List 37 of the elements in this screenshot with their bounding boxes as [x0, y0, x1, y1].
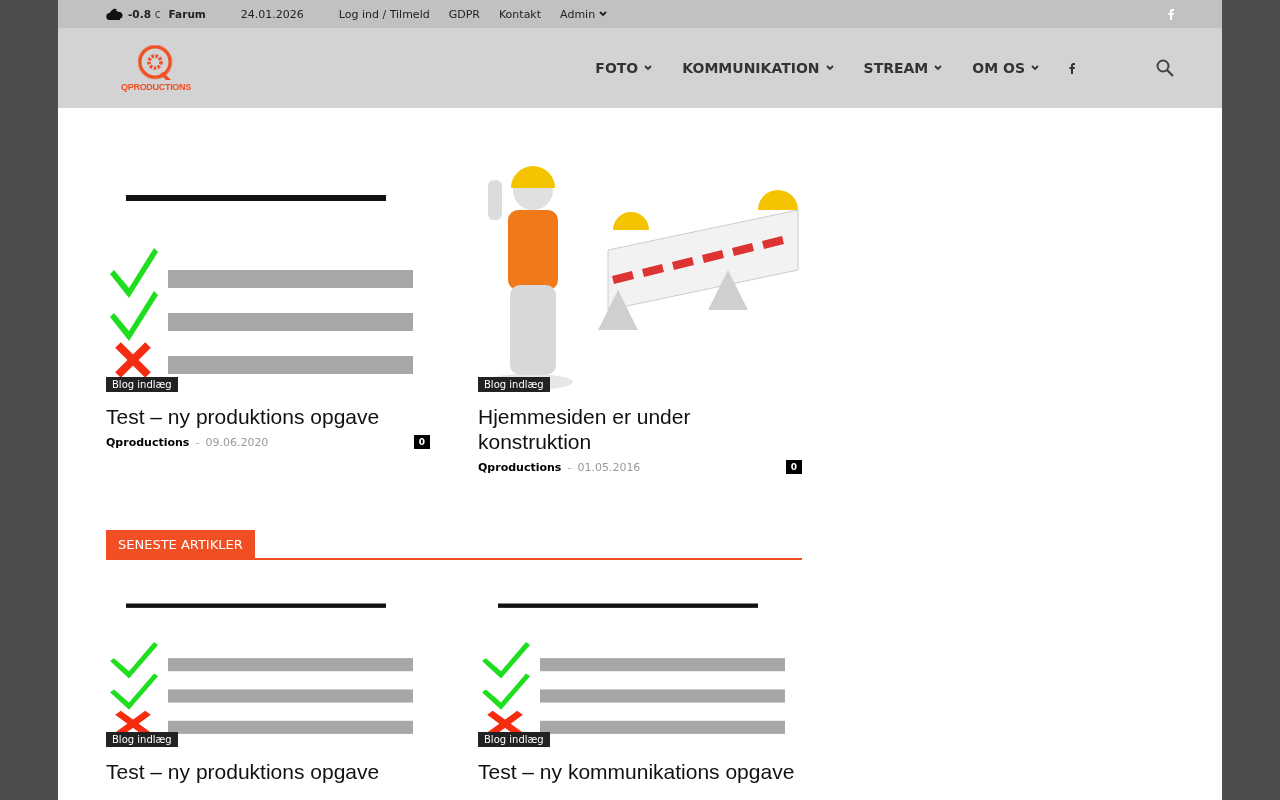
top-link[interactable]: GDPR — [448, 7, 480, 21]
post-author[interactable]: Qproductions — [478, 460, 562, 474]
weather-location: Farum — [168, 8, 206, 20]
current-date: 24.01.2026 — [240, 7, 304, 21]
chevron-icon — [644, 65, 653, 71]
top-link[interactable]: Log ind / Tilmeld — [338, 7, 430, 21]
post-date: 01.05.2016 — [577, 460, 641, 474]
top-link[interactable]: Kontakt — [498, 7, 542, 21]
comment-count[interactable]: 0 — [413, 435, 430, 449]
cloud-icon — [106, 8, 124, 20]
category-tag[interactable]: Blog indlæg — [106, 732, 178, 747]
post-title[interactable]: Test – ny produktions opgave — [106, 404, 430, 429]
post-title[interactable]: Test – ny kommunikations opgave — [478, 759, 802, 784]
post-title[interactable]: Hjemmesiden er under konstruktion — [478, 404, 802, 454]
chevron-icon — [1031, 65, 1039, 71]
search-icon[interactable] — [1156, 59, 1174, 77]
category-tag[interactable]: Blog indlæg — [106, 377, 178, 392]
category-tag[interactable]: Blog indlæg — [478, 732, 550, 747]
post-date: 09.06.2020 — [205, 435, 269, 449]
category-tag[interactable]: Blog indlæg — [478, 377, 550, 392]
temperature-unit: C — [154, 11, 161, 20]
chevron-icon — [599, 11, 608, 17]
facebook-icon[interactable] — [1069, 62, 1075, 74]
separator-dash: - — [195, 435, 200, 449]
comment-count[interactable]: 0 — [785, 460, 802, 474]
section-title: SENESTE ARTIKLER — [106, 530, 255, 558]
chevron-icon — [934, 65, 943, 71]
post-title[interactable]: Test – ny produktions opgave — [106, 759, 430, 784]
post-author[interactable]: Qproductions — [106, 435, 190, 449]
nav-item[interactable]: OM OS — [957, 60, 1054, 76]
nav-item[interactable]: STREAM — [848, 60, 958, 76]
nav-item[interactable]: KOMMUNIKATION — [667, 60, 849, 76]
temperature: -0.8 — [128, 8, 151, 20]
top-link[interactable]: Admin — [560, 7, 608, 21]
nav-item[interactable]: FOTO — [580, 60, 668, 76]
chevron-icon — [825, 65, 834, 71]
separator-dash: - — [567, 460, 572, 474]
